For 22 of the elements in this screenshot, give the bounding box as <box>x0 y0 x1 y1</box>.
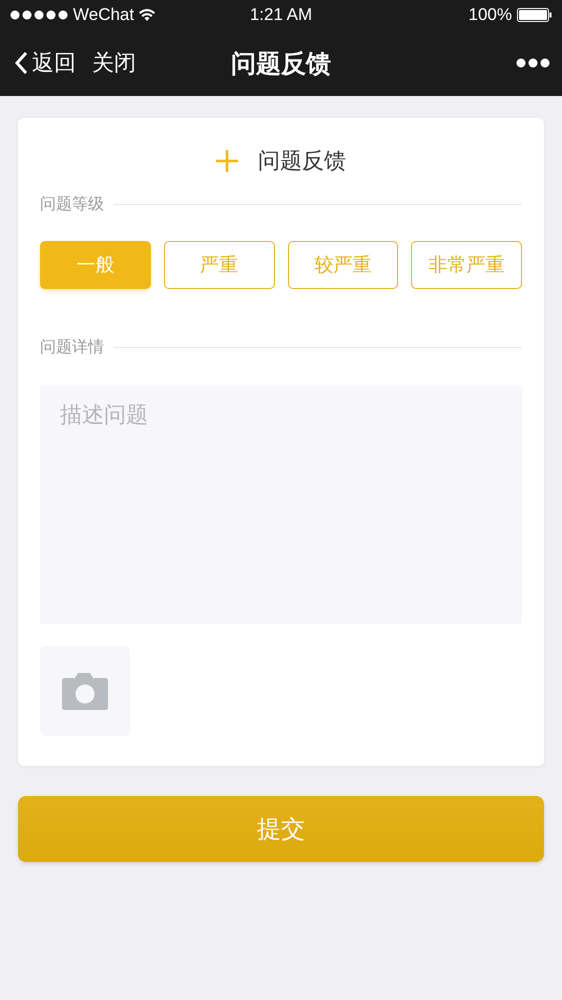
carrier-name: WeChat <box>73 5 134 25</box>
level-option[interactable]: 非常严重 <box>411 241 522 289</box>
section-label: 问题详情 <box>40 337 104 358</box>
more-icon[interactable] <box>516 58 550 68</box>
signal-icon <box>10 10 68 20</box>
submit-button[interactable]: 提交 <box>18 796 544 862</box>
clock-time: 1:21 AM <box>250 5 312 25</box>
close-button[interactable]: 关闭 <box>92 48 136 78</box>
back-chevron-icon <box>14 51 28 75</box>
level-option[interactable]: 较严重 <box>288 241 398 289</box>
page-title: 问题反馈 <box>231 48 331 80</box>
level-option[interactable]: 严重 <box>164 241 274 289</box>
card-heading: 问题反馈 <box>258 148 346 176</box>
camera-icon <box>61 671 109 711</box>
battery-percent: 100% <box>468 5 512 25</box>
level-option[interactable]: 一般 <box>40 241 151 289</box>
section-label: 问题等级 <box>40 194 104 215</box>
back-button[interactable]: 返回 <box>14 48 76 78</box>
plus-icon <box>216 150 238 172</box>
description-field[interactable]: 描述问题 <box>40 386 522 624</box>
battery-icon <box>517 8 552 22</box>
wifi-icon <box>139 9 156 21</box>
